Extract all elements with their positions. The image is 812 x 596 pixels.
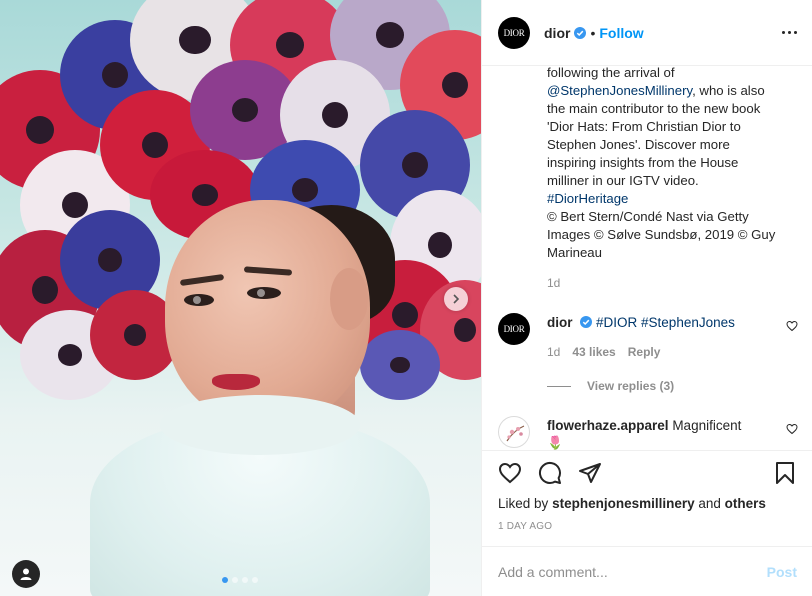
share-button[interactable] [576, 459, 604, 487]
comment-button[interactable] [536, 459, 564, 487]
lips [212, 374, 260, 390]
comment-text: Magnificent [672, 418, 742, 433]
carousel-dot [252, 577, 258, 583]
post-details-panel: DIOR dior • Follow following the arrival… [481, 0, 812, 596]
carousel-next-button[interactable] [444, 287, 468, 311]
view-replies-label: View replies (3) [587, 379, 675, 393]
ear [330, 268, 368, 330]
bookmark-icon [776, 461, 794, 484]
heart-icon [498, 462, 522, 483]
liked-by-others-link[interactable]: others [725, 496, 766, 511]
follow-button[interactable]: Follow [599, 25, 643, 41]
comment-body: dior #DIOR #StephenJones [547, 314, 777, 332]
comment-hashtags[interactable]: #DIOR #StephenJones [596, 315, 735, 330]
comment-username[interactable]: flowerhaze.apparel [547, 418, 669, 433]
caption-line: milliner in our IGTV video. [547, 173, 699, 188]
comment-item: flowerhaze.apparel Magnificent 🌷 [498, 416, 798, 450]
carousel-dot [242, 577, 248, 583]
post-caption: following the arrival of @StephenJonesMi… [547, 66, 792, 262]
comment-reply-button[interactable]: Reply [628, 345, 661, 359]
comment-likes-link[interactable]: 43 likes [572, 345, 615, 359]
comments-list[interactable]: following the arrival of @StephenJonesMi… [482, 66, 812, 450]
cherry-blossom-logo-icon [506, 425, 525, 442]
tagged-users-button[interactable] [12, 560, 40, 588]
comment-username[interactable]: dior [547, 315, 573, 330]
caption-line: © Bert Stern/Condé Nast via Getty [547, 209, 749, 224]
chevron-right-icon [453, 294, 460, 304]
comment-meta: 1d 43 likes Reply [547, 345, 660, 359]
avatar[interactable]: DIOR [498, 16, 530, 49]
carousel-dot [222, 577, 228, 583]
user-icon [20, 568, 32, 580]
like-button[interactable] [496, 459, 524, 487]
liked-by-text: Liked by stephenjonesmillinery and other… [498, 496, 766, 511]
replies-divider [547, 385, 571, 387]
caption-line: following the arrival of [547, 66, 675, 80]
post-comment-button[interactable]: Post [767, 564, 797, 580]
liked-by-and: and [698, 496, 721, 511]
collar-fold [160, 395, 360, 455]
comment-bubble-icon [538, 461, 561, 484]
tulip-emoji: 🌷 [547, 435, 564, 450]
caption-age: 1d [547, 276, 561, 290]
carousel-indicator [222, 577, 258, 583]
separator: • [590, 24, 596, 41]
verified-badge-icon [574, 26, 587, 39]
comment-body: flowerhaze.apparel Magnificent 🌷 [547, 417, 777, 450]
caption-line: inspiring insights from the House [547, 155, 739, 170]
post-timestamp[interactable]: 1 DAY AGO [498, 521, 552, 532]
post-photo-artwork [0, 0, 481, 596]
comment-item: DIOR dior #DIOR #StephenJones 1d 43 like… [498, 313, 798, 373]
caption-line: Stephen Jones'. Discover more [547, 137, 730, 152]
avatar-text: DIOR [503, 27, 525, 38]
view-replies-button[interactable]: View replies (3) [547, 379, 674, 393]
caption-line: Images © Sølve Sundsbø, 2019 © Guy [547, 227, 776, 242]
caption-line: the main contributor to the new book [547, 101, 761, 116]
add-comment-form: Post [482, 546, 812, 596]
comment-like-heart-icon[interactable] [786, 319, 798, 337]
instagram-post: DIOR dior • Follow following the arrival… [0, 0, 812, 596]
caption-line: 'Dior Hats: From Christian Dior to [547, 119, 741, 134]
paper-plane-icon [579, 462, 601, 483]
caption-hashtag-link[interactable]: #DiorHeritage [547, 190, 792, 208]
comment-avatar[interactable]: DIOR [498, 313, 530, 345]
save-button[interactable] [771, 459, 799, 487]
verified-badge-icon [580, 316, 593, 328]
comment-age: 1d [547, 345, 561, 359]
caption-line: , who is also [692, 83, 765, 98]
comment-like-heart-icon[interactable] [786, 422, 798, 440]
post-username[interactable]: dior [544, 25, 570, 41]
post-actions-bar [482, 450, 812, 494]
add-comment-input[interactable] [498, 563, 767, 580]
caption-line: Marineau [547, 245, 602, 260]
comment-avatar[interactable] [498, 416, 530, 448]
liked-by-user-link[interactable]: stephenjonesmillinery [552, 496, 695, 511]
post-header: DIOR dior • Follow [482, 0, 812, 66]
post-image[interactable] [0, 0, 481, 596]
liked-by-prefix: Liked by [498, 496, 549, 511]
more-options-icon[interactable] [782, 31, 797, 34]
carousel-dot [232, 577, 238, 583]
avatar-text: DIOR [503, 324, 525, 334]
caption-mention-link[interactable]: @StephenJonesMillinery [547, 83, 692, 98]
